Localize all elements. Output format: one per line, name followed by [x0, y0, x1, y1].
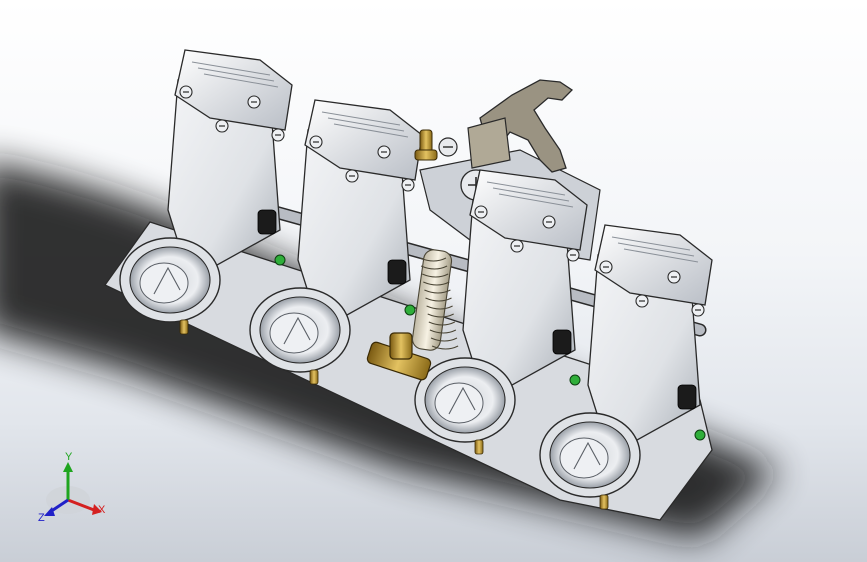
drain-jet [474, 439, 484, 455]
mixture-screw[interactable] [569, 374, 581, 386]
mixture-screw[interactable] [694, 429, 706, 441]
intake-bell-mouth [414, 357, 516, 443]
vent-boot [257, 209, 277, 235]
drain-jet [309, 369, 319, 385]
vent-boot [387, 259, 407, 285]
drain-jet [599, 494, 609, 510]
intake-bell-mouth [249, 287, 351, 373]
intake-bell-mouth [539, 412, 641, 498]
z-axis-label: Z [38, 512, 45, 524]
vent-boot [677, 384, 697, 410]
view-orientation-triad[interactable]: X Y Z [38, 451, 106, 524]
drain-jet [179, 319, 189, 335]
mixture-screw[interactable] [274, 254, 286, 266]
vent-boot [552, 329, 572, 355]
y-axis-label: Y [65, 451, 73, 463]
intake-bell-mouth [119, 237, 221, 323]
x-axis-label: X [98, 504, 106, 516]
3d-viewport[interactable]: X Y Z [0, 0, 867, 562]
mixture-screw[interactable] [404, 304, 416, 316]
